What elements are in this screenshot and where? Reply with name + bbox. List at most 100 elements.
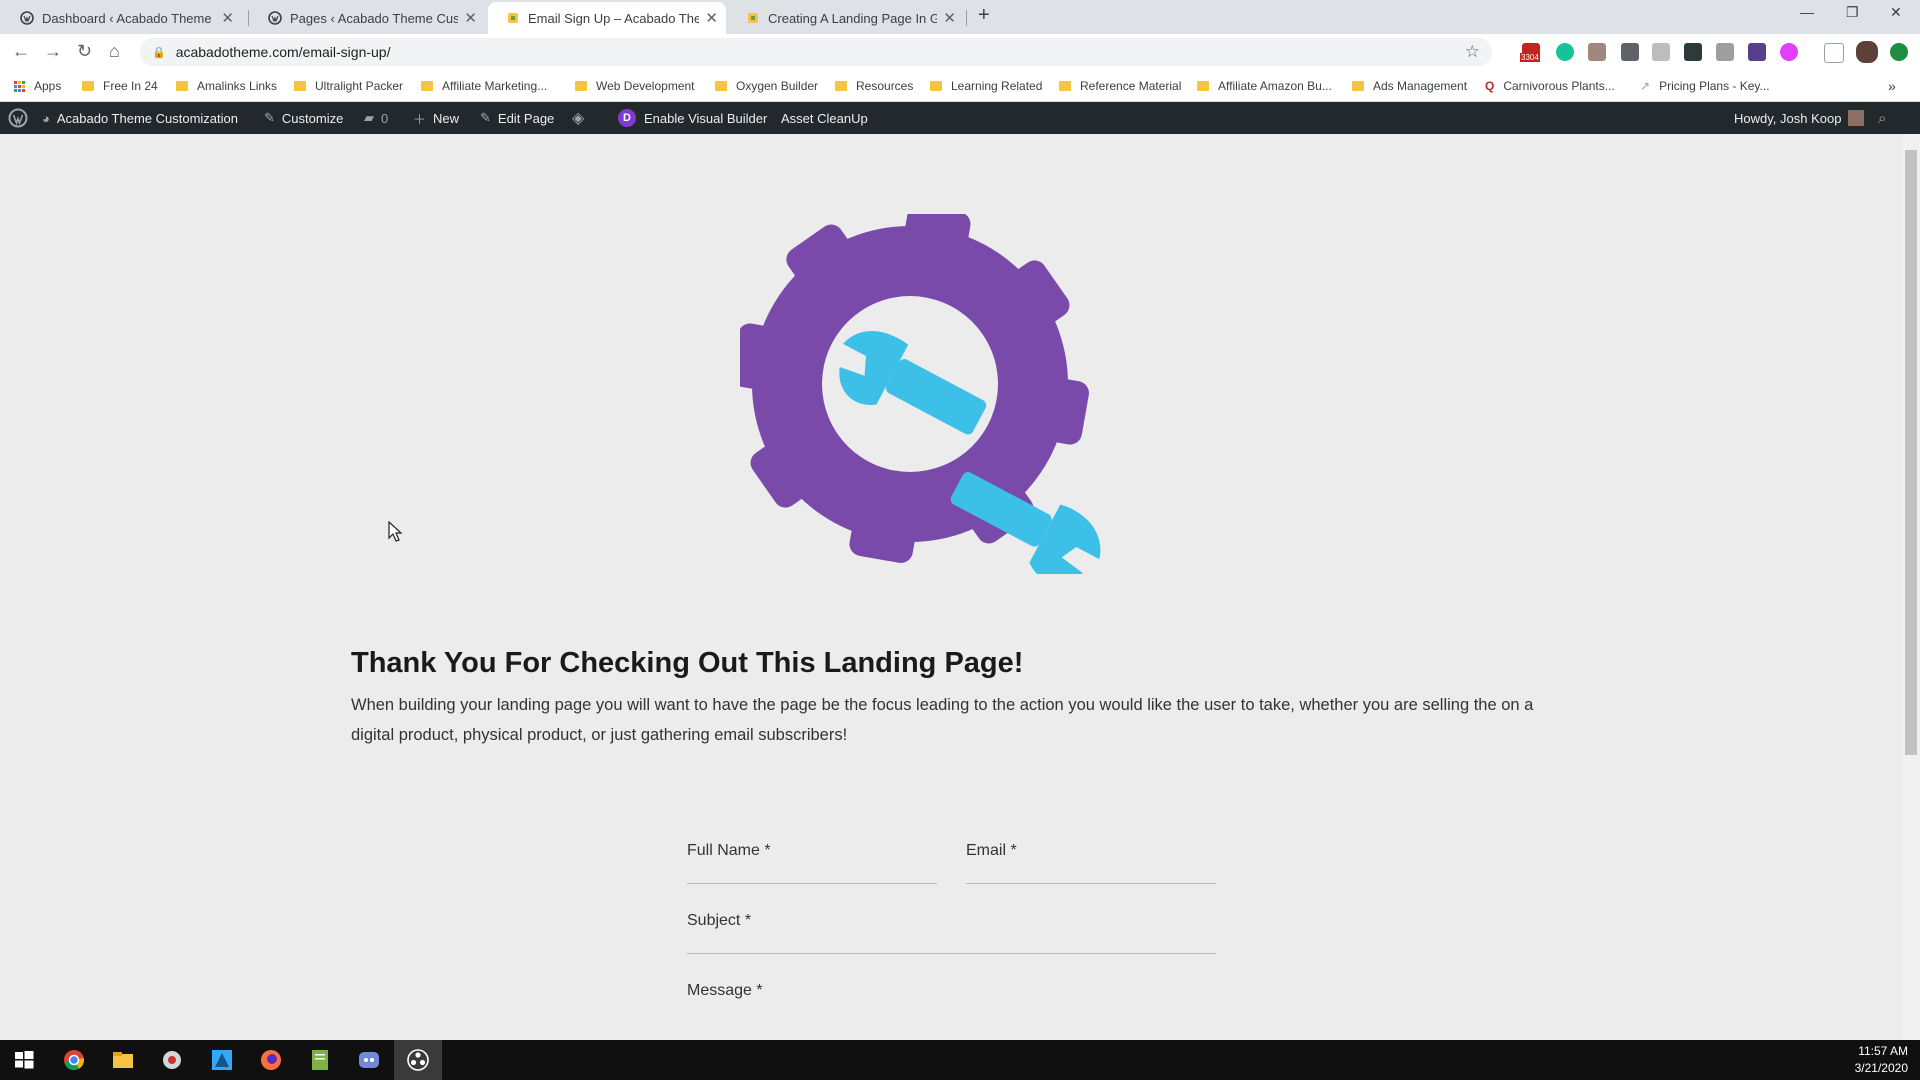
bookmark-label: Amalinks Links [197,79,278,93]
app-icon[interactable] [160,1048,184,1072]
page-content: Thank You For Checking Out This Landing … [0,134,1902,1040]
subject-input[interactable] [687,953,1216,954]
close-tab-icon[interactable]: ✕ [943,9,956,27]
folder-icon [176,81,188,91]
home-icon[interactable]: ⌂ [109,41,120,62]
brush-icon: ✎ [264,110,275,125]
gmail-extension-icon[interactable]: 3304 [1520,43,1540,62]
new-tab-icon[interactable]: + [978,4,990,27]
close-tab-icon[interactable]: ✕ [705,9,718,27]
discord-icon[interactable] [357,1048,381,1072]
bookmark-oxygen-builder[interactable]: Oxygen Builder [715,70,818,102]
tab-dashboard[interactable]: Dashboard ‹ Acabado Theme Cu ✕ [2,2,242,34]
folder-icon [1059,81,1071,91]
clock-time: 11:57 AM [1858,1044,1908,1058]
page-headline: Thank You For Checking Out This Landing … [351,647,1024,679]
obs-icon[interactable] [406,1048,430,1072]
tab-creating-landing-page[interactable]: Creating A Landing Page In Gute ✕ [728,2,964,34]
bookmark-free-in-24[interactable]: Free In 24 [82,70,158,102]
tab-title: Pages ‹ Acabado Theme Custom [290,10,459,26]
folder-icon [835,81,847,91]
forward-icon[interactable]: → [44,41,62,62]
enable-visual-builder-link[interactable]: D Enable Visual Builder [618,102,767,134]
color-picker-icon[interactable] [1780,43,1798,61]
minimize-icon[interactable]: — [1800,4,1814,20]
new-label: New [433,110,460,126]
bookmark-carnivorous-plants[interactable]: Q Carnivorous Plants... [1485,70,1615,102]
extension-icon[interactable] [1588,43,1606,61]
divi-icon: D [618,109,636,127]
wp-admin-bar: ◕ Acabado Theme Customization ✎ Customiz… [0,102,1920,134]
folder-icon [575,81,587,91]
search-icon[interactable]: ⌕ [1878,102,1886,134]
bookmark-reference-material[interactable]: Reference Material [1059,70,1181,102]
site-name-label: Acabado Theme Customization [56,110,238,126]
close-tab-icon[interactable]: ✕ [221,9,234,27]
extension-icon[interactable] [1890,43,1908,61]
bookmark-label: Learning Related [951,79,1043,93]
bookmark-ads-management[interactable]: Ads Management [1352,70,1467,102]
clock-date: 3/21/2020 [1854,1061,1908,1075]
extension-icon[interactable] [1652,43,1670,61]
folder-icon [82,81,94,91]
full-name-input[interactable] [687,883,937,884]
pencil-icon: ✎ [480,110,491,125]
edit-page-link[interactable]: ✎ Edit Page [480,102,554,134]
eyedropper-icon[interactable] [1621,43,1639,61]
site-name-menu[interactable]: ◕ Acabado Theme Customization [42,102,238,134]
chrome-icon[interactable] [62,1048,86,1072]
plus-icon: ＋ [413,111,427,127]
mouse-cursor-icon [388,521,403,542]
grammarly-icon[interactable] [1556,43,1574,61]
tab-pages[interactable]: Pages ‹ Acabado Theme Custom ✕ [250,2,485,34]
scrollbar-thumb[interactable] [1905,150,1917,755]
site-favicon-icon [748,13,758,23]
seo-menu[interactable]: ◈ [572,102,591,134]
photoshop-icon[interactable] [210,1048,234,1072]
bookmark-star-icon[interactable]: ☆ [1465,42,1480,62]
back-icon[interactable]: ← [12,41,30,62]
bookmark-web-development[interactable]: Web Development [575,70,695,102]
extension-icon[interactable] [1684,43,1702,61]
extension-icon[interactable] [1716,43,1734,61]
bookmark-pricing-plans[interactable]: ↗ Pricing Plans - Key... [1640,70,1770,102]
bookmark-ultralight-packer[interactable]: Ultralight Packer [294,70,403,102]
wordpress-icon [268,11,282,25]
url-text: acabadotheme.com/email-sign-up/ [175,44,391,60]
edit-page-label: Edit Page [497,110,555,126]
page-intro-text: When building your landing page you will… [351,696,1534,744]
restore-icon[interactable]: ❐ [1846,4,1859,21]
bookmark-resources[interactable]: Resources [835,70,913,102]
bookmark-affiliate-amazon[interactable]: Affiliate Amazon Bu... [1197,70,1332,102]
notepad-icon[interactable] [308,1048,332,1072]
comments-link[interactable]: ▰ 0 [364,102,388,134]
asset-cleanup-link[interactable]: Asset CleanUp [781,102,868,134]
bookmark-label: Reference Material [1080,79,1182,93]
bookmark-amalinks[interactable]: Amalinks Links [176,70,277,102]
bookmark-learning-related[interactable]: Learning Related [930,70,1042,102]
firefox-icon[interactable] [259,1048,283,1072]
customize-link[interactable]: ✎ Customize [264,102,343,134]
gear-wrench-illustration [740,214,1101,574]
more-bookmarks-icon[interactable]: » [1888,70,1896,102]
file-explorer-icon[interactable] [111,1048,135,1072]
reading-list-icon[interactable] [1824,43,1844,63]
quora-icon: Q [1485,79,1495,93]
tab-email-sign-up[interactable]: Email Sign Up – Acabado Theme ✕ [488,2,726,34]
system-clock[interactable]: 11:57 AM 3/21/2020 [1855,1043,1908,1077]
asset-cleanup-label: Asset CleanUp [781,110,868,126]
address-bar[interactable]: 🔒 acabadotheme.com/email-sign-up/ ☆ [140,38,1492,66]
close-window-icon[interactable]: ✕ [1890,4,1902,21]
profile-avatar[interactable] [1856,41,1878,63]
email-input[interactable] [966,883,1216,884]
windows-start-icon[interactable] [12,1048,36,1072]
extension-icon[interactable] [1748,43,1766,61]
bookmark-apps[interactable]: Apps [14,70,61,102]
reload-icon[interactable]: ↻ [77,41,92,62]
new-content-menu[interactable]: ＋ New [413,102,459,134]
close-tab-icon[interactable]: ✕ [464,9,477,27]
bookmark-affiliate-marketing[interactable]: Affiliate Marketing... [421,70,547,102]
apps-grid-icon [14,80,25,92]
my-account-menu[interactable]: Howdy, Josh Koop [1734,102,1865,134]
wp-logo-menu[interactable] [8,102,28,134]
